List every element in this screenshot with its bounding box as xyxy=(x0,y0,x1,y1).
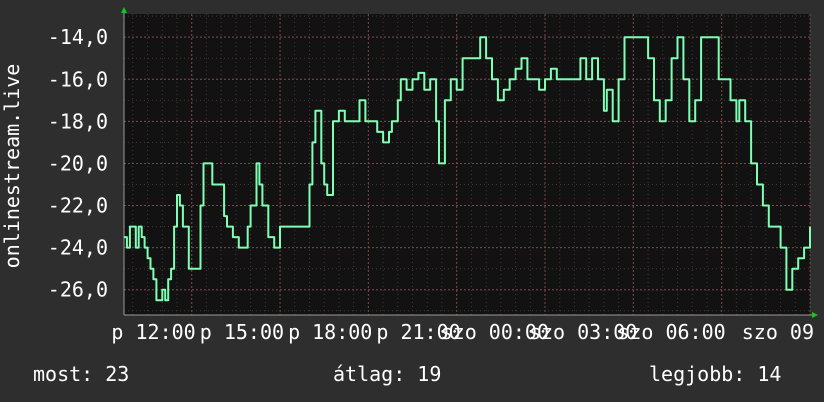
x-tick-label: p 12:00 xyxy=(111,320,195,344)
stat-current: most: 23 xyxy=(33,362,130,386)
x-tick-label: p 15:00 xyxy=(200,320,284,344)
y-axis-arrow xyxy=(121,7,127,13)
y-tick-label: -14,0 xyxy=(48,25,108,49)
y-tick-label: -22,0 xyxy=(48,194,108,218)
y-tick-label: -24,0 xyxy=(48,236,108,260)
x-tick-label: p 18:00 xyxy=(288,320,372,344)
y-tick-label: -26,0 xyxy=(48,278,108,302)
x-tick-label: szo 09 xyxy=(742,320,814,344)
line-chart: -14,0 -16,0 -18,0 -20,0 -22,0 -24,0 -26,0p 12:… xyxy=(0,7,818,344)
x-tick-label: szo 06:00 xyxy=(617,320,725,344)
stat-average: átlag: 19 xyxy=(333,362,442,386)
y-tick-label: -18,0 xyxy=(48,109,108,133)
stat-best: legjobb: 14 xyxy=(649,362,782,386)
x-axis-arrow xyxy=(812,312,818,318)
y-tick-label: -16,0 xyxy=(48,67,108,91)
y-tick-label: -20,0 xyxy=(48,151,108,175)
y-axis-label: onlinestream.live xyxy=(0,64,24,269)
